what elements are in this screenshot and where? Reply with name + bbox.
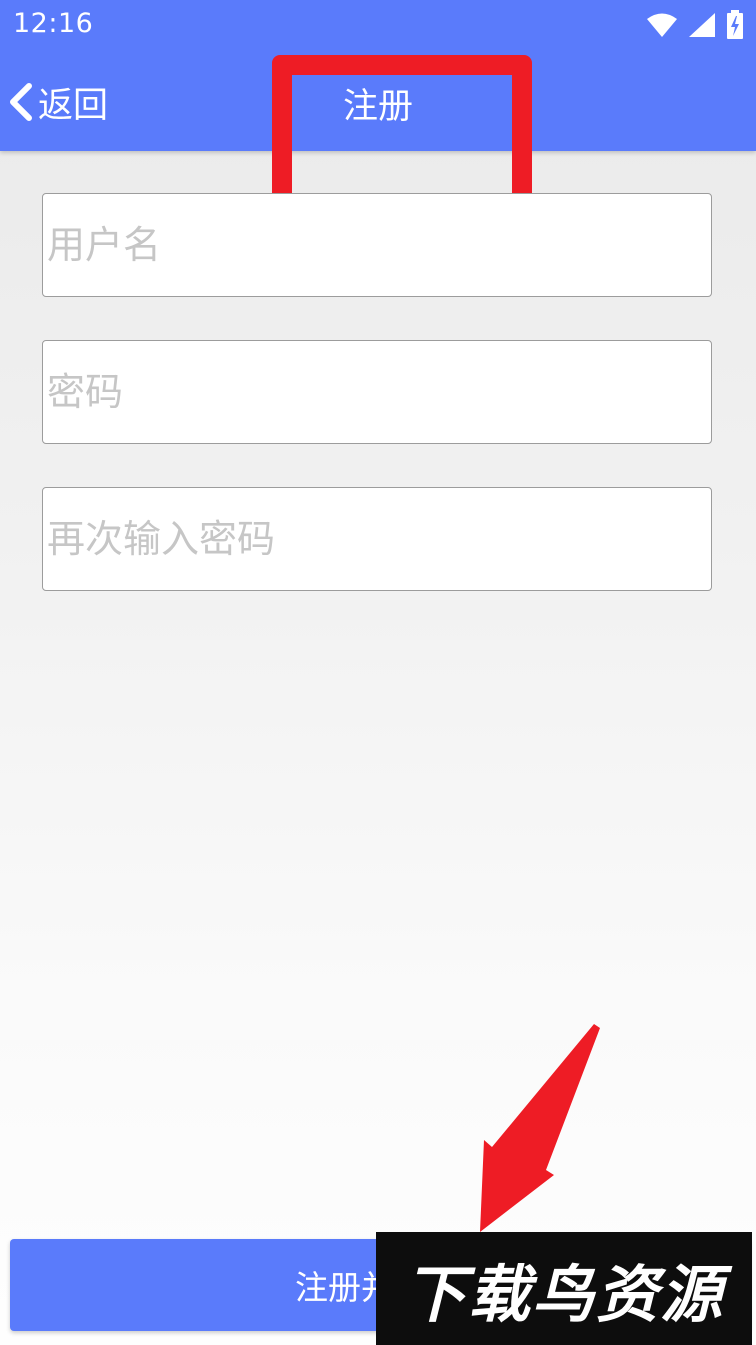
- password-input[interactable]: [42, 340, 712, 444]
- battery-charging-icon: [727, 10, 743, 39]
- status-bar: 12:16: [0, 0, 756, 50]
- status-time: 12:16: [13, 8, 94, 39]
- title-highlight-annotation: [272, 55, 532, 213]
- status-icons: [646, 10, 744, 40]
- wifi-icon: [647, 13, 677, 37]
- signal-icon: [689, 13, 715, 37]
- confirm-password-input[interactable]: [42, 487, 712, 591]
- username-input[interactable]: [42, 193, 712, 297]
- watermark-logo: 下载鸟资源: [376, 1232, 752, 1345]
- arrow-annotation-icon: [480, 1024, 600, 1232]
